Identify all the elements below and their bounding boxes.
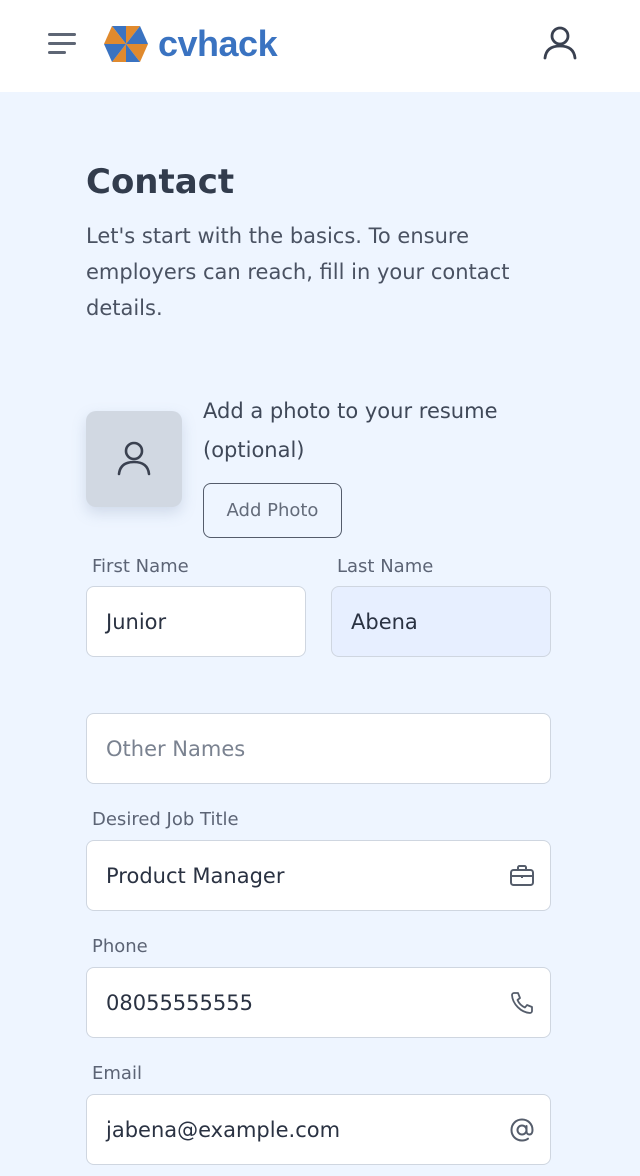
- job-title-field[interactable]: Product Manager: [86, 840, 551, 911]
- user-icon[interactable]: [538, 24, 582, 64]
- first-name-value: Junior: [106, 609, 167, 634]
- page-subtitle: Let's start with the basics. To ensure e…: [86, 224, 510, 320]
- phone-label: Phone: [92, 936, 148, 957]
- other-names-placeholder: Other Names: [106, 736, 246, 761]
- add-photo-button[interactable]: Add Photo: [203, 483, 342, 538]
- logo-mark-icon: [104, 26, 148, 62]
- phone-value: 08055555555: [106, 990, 253, 1015]
- briefcase-icon: [508, 862, 536, 890]
- user-icon: [117, 441, 151, 476]
- last-name-value: Abena: [351, 609, 418, 634]
- hamburger-menu-icon[interactable]: [44, 30, 80, 58]
- photo-prompt: Add a photo to your resume (optional): [203, 399, 498, 462]
- last-name-field[interactable]: Abena: [331, 586, 551, 657]
- app-header: cvhack: [0, 0, 640, 92]
- job-title-label: Desired Job Title: [92, 809, 239, 830]
- brand-name: cvhack: [158, 23, 278, 64]
- phone-field[interactable]: 08055555555: [86, 967, 551, 1038]
- phone-icon: [508, 989, 536, 1017]
- brand-logo[interactable]: cvhack: [102, 22, 278, 66]
- first-name-field[interactable]: Junior: [86, 586, 306, 657]
- first-name-label: First Name: [92, 556, 189, 577]
- email-label: Email: [92, 1063, 142, 1084]
- photo-placeholder[interactable]: [86, 411, 182, 507]
- email-value: jabena@example.com: [106, 1117, 341, 1142]
- at-sign-icon: [508, 1116, 536, 1144]
- last-name-label: Last Name: [337, 556, 434, 577]
- other-names-field[interactable]: Other Names: [86, 713, 551, 784]
- job-title-value: Product Manager: [106, 863, 285, 888]
- page-title: Contact: [86, 162, 235, 202]
- email-field[interactable]: jabena@example.com: [86, 1094, 551, 1165]
